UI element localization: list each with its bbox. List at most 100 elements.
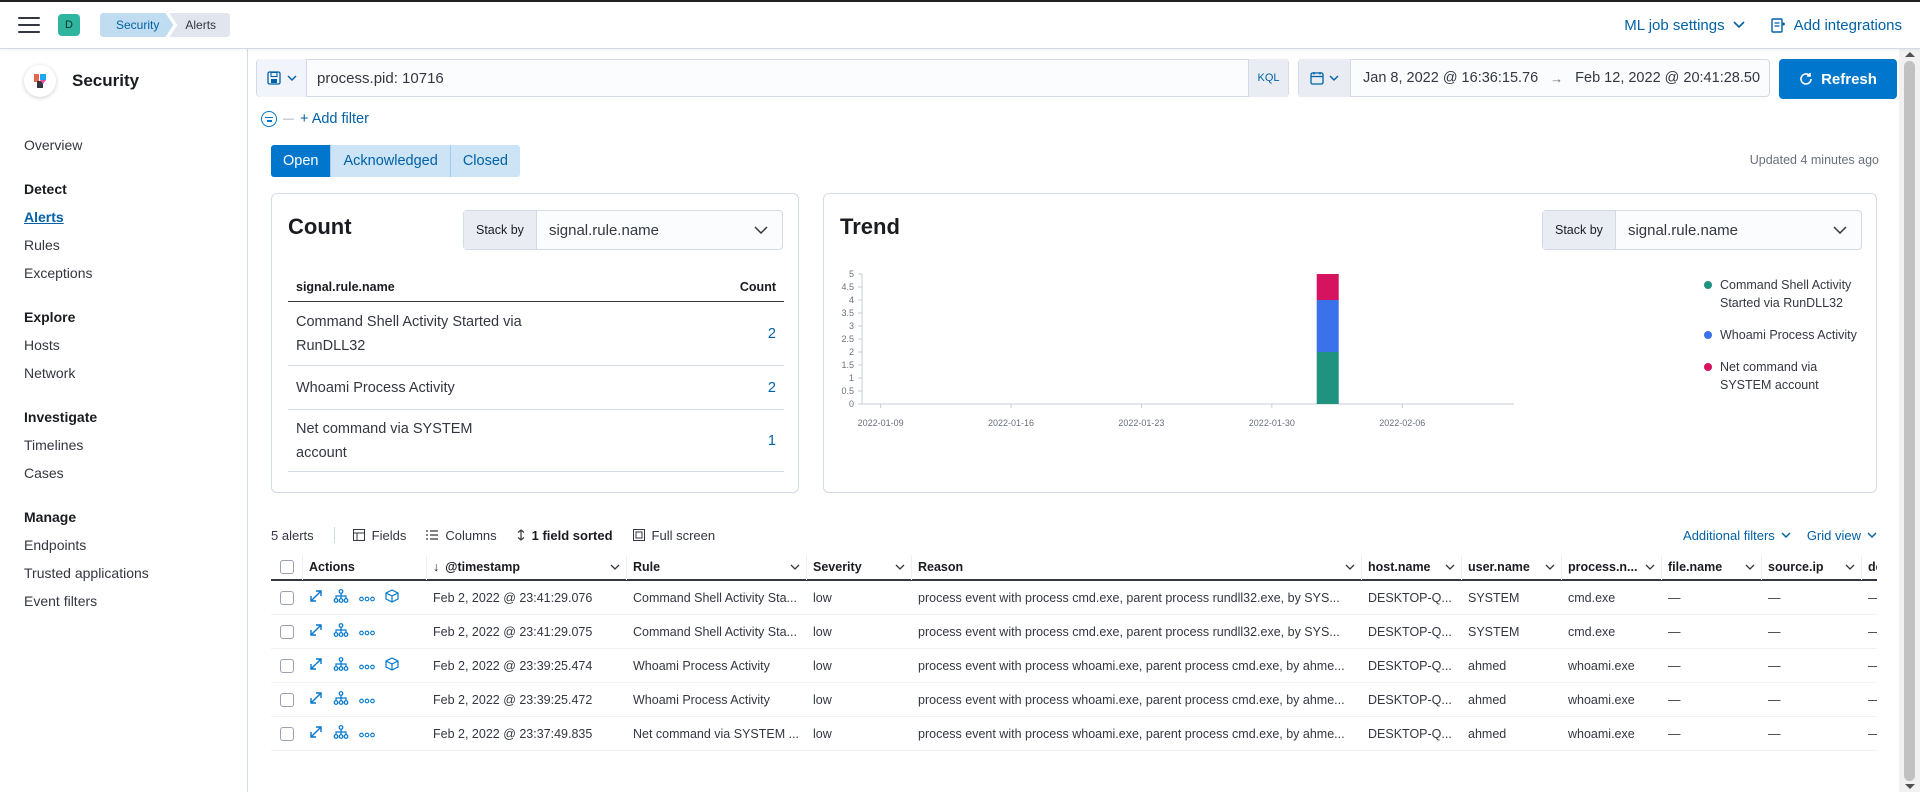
breadcrumb-security[interactable]: Security [100, 13, 173, 37]
add-integrations-button[interactable]: Add integrations [1770, 17, 1902, 34]
rule-count[interactable]: 1 [768, 433, 776, 449]
sidebar-item-cases[interactable]: Cases [24, 459, 247, 487]
expand-icon[interactable] [309, 725, 323, 742]
expand-icon[interactable] [309, 657, 323, 674]
saved-query-button[interactable] [257, 59, 307, 97]
fields-button[interactable]: Fields [352, 528, 406, 543]
analyze-event-icon[interactable] [333, 725, 349, 742]
col-rule-name: signal.rule.name [296, 280, 395, 294]
cell-file-name-text: — [1668, 692, 1681, 707]
analyze-event-icon[interactable] [333, 589, 349, 606]
arrow-right-icon: → [1550, 70, 1564, 86]
date-picker: Jan 8, 2022 @ 16:36:15.76 → Feb 12, 2022… [1298, 59, 1770, 97]
refresh-button[interactable]: Refresh [1779, 59, 1897, 99]
sidebar-item-event-filters[interactable]: Event filters [24, 587, 247, 615]
expand-icon[interactable] [309, 623, 323, 640]
cell-severity-text: low [813, 658, 832, 673]
legend-item[interactable]: Whoami Process Activity [1704, 326, 1864, 344]
sidebar-item-trusted-applications[interactable]: Trusted applications [24, 559, 247, 587]
rule-count[interactable]: 2 [768, 326, 776, 342]
date-end[interactable]: Feb 12, 2022 @ 20:41:28.50 [1575, 70, 1760, 86]
cell-process-name: whoami.exe [1562, 717, 1662, 751]
more-actions-icon[interactable] [359, 659, 375, 673]
cell-de: — [1862, 581, 1877, 615]
trend-stack-by-select[interactable]: Stack by signal.rule.name [1542, 210, 1862, 250]
vertical-scrollbar[interactable] [1899, 49, 1920, 792]
more-actions-icon[interactable] [359, 591, 375, 605]
analyze-event-icon[interactable] [333, 623, 349, 640]
sidebar-heading-investigate: Investigate [24, 409, 98, 425]
expand-icon[interactable] [309, 589, 323, 606]
analyze-event-icon[interactable] [333, 691, 349, 708]
cell-timestamp-text: Feb 2, 2022 @ 23:39:25.472 [433, 692, 593, 707]
tab-open[interactable]: Open [271, 145, 331, 177]
hamburger-menu-icon[interactable] [18, 17, 40, 33]
count-stack-by-select[interactable]: Stack by signal.rule.name [463, 210, 783, 250]
grid-view-button[interactable]: Grid view [1807, 528, 1877, 543]
expand-icon[interactable] [309, 691, 323, 708]
row-actions [303, 615, 427, 649]
rule-count[interactable]: 2 [768, 380, 776, 396]
bar-segment-3 [1316, 274, 1339, 300]
row-checkbox[interactable] [280, 726, 294, 741]
count-table-header: signal.rule.name Count [288, 272, 784, 302]
scroll-up-icon[interactable] [1905, 52, 1915, 57]
row-checkbox[interactable] [280, 692, 294, 707]
quick-date-menu-button[interactable] [1299, 59, 1351, 97]
tab-acknowledged[interactable]: Acknowledged [330, 145, 450, 177]
sidebar-item-rules[interactable]: Rules [24, 231, 247, 259]
tab-closed[interactable]: Closed [449, 145, 520, 177]
breadcrumb: Security Alerts [100, 13, 231, 37]
col-user-name[interactable]: user.name [1462, 555, 1562, 580]
sort-button[interactable]: 1 field sorted [517, 528, 613, 543]
cell-source-ip-text: — [1768, 658, 1781, 673]
col-severity[interactable]: Severity [807, 555, 912, 580]
scroll-down-icon[interactable] [1905, 784, 1915, 789]
filter-options-icon[interactable] [261, 111, 277, 127]
col-file-name[interactable]: file.name [1662, 555, 1762, 580]
session-view-icon[interactable] [385, 657, 399, 674]
sidebar-item-endpoints[interactable]: Endpoints [24, 531, 247, 559]
full-screen-button[interactable]: Full screen [632, 528, 715, 543]
sidebar-item-timelines[interactable]: Timelines [24, 431, 247, 459]
session-view-icon[interactable] [385, 589, 399, 606]
security-logo-icon [24, 65, 56, 97]
more-actions-icon[interactable] [359, 625, 375, 639]
search-input[interactable]: process.pid: 10716 [307, 70, 1248, 87]
date-start[interactable]: Jan 8, 2022 @ 16:36:15.76 [1363, 70, 1538, 86]
alert-count: 5 alerts [271, 527, 314, 543]
select-all-checkbox[interactable] [279, 560, 294, 574]
sidebar-item-exceptions[interactable]: Exceptions [24, 259, 247, 287]
ml-job-settings-button[interactable]: ML job settings [1624, 17, 1745, 34]
kql-language-button[interactable]: KQL [1248, 59, 1288, 97]
more-actions-icon[interactable] [359, 693, 375, 707]
row-checkbox[interactable] [280, 624, 294, 639]
col-rule[interactable]: Rule [627, 555, 807, 580]
scrollbar-thumb[interactable] [1904, 61, 1915, 781]
columns-button[interactable]: Columns [426, 528, 497, 543]
sidebar-item-alerts[interactable]: Alerts [24, 203, 247, 231]
col-host-name[interactable]: host.name [1362, 555, 1462, 580]
row-checkbox[interactable] [280, 658, 294, 673]
cell-process-name-text: whoami.exe [1568, 692, 1635, 707]
sidebar-item-overview[interactable]: Overview [24, 131, 247, 159]
col-source-ip[interactable]: source.ip [1762, 555, 1862, 580]
sidebar-item-network[interactable]: Network [24, 359, 247, 387]
col-process-name[interactable]: process.n... [1562, 555, 1662, 580]
analyze-event-icon[interactable] [333, 657, 349, 674]
cell-user-name-text: ahmed [1468, 726, 1507, 741]
col-reason[interactable]: Reason [912, 555, 1362, 580]
add-filter-button[interactable]: + Add filter [300, 111, 369, 127]
cell-reason: process event with process cmd.exe, pare… [912, 581, 1362, 615]
legend-item[interactable]: Command Shell Activity Started via RunDL… [1704, 276, 1864, 312]
trend-chart: 0 0.5 1 1.5 2 2.5 3 3.5 4 4.5 5 2022-01-09 2022-01-1… [841, 269, 1514, 428]
col-timestamp[interactable]: ↓ @timestamp [427, 555, 627, 580]
legend-item[interactable]: Net command via SYSTEM account [1704, 358, 1864, 394]
additional-filters-button[interactable]: Additional filters [1683, 528, 1791, 543]
col-de[interactable]: de [1862, 555, 1877, 580]
chevron-down-icon [1781, 532, 1791, 538]
space-avatar[interactable]: D [58, 14, 80, 36]
row-checkbox[interactable] [280, 590, 294, 605]
sidebar-item-hosts[interactable]: Hosts [24, 331, 247, 359]
more-actions-icon[interactable] [359, 727, 375, 741]
